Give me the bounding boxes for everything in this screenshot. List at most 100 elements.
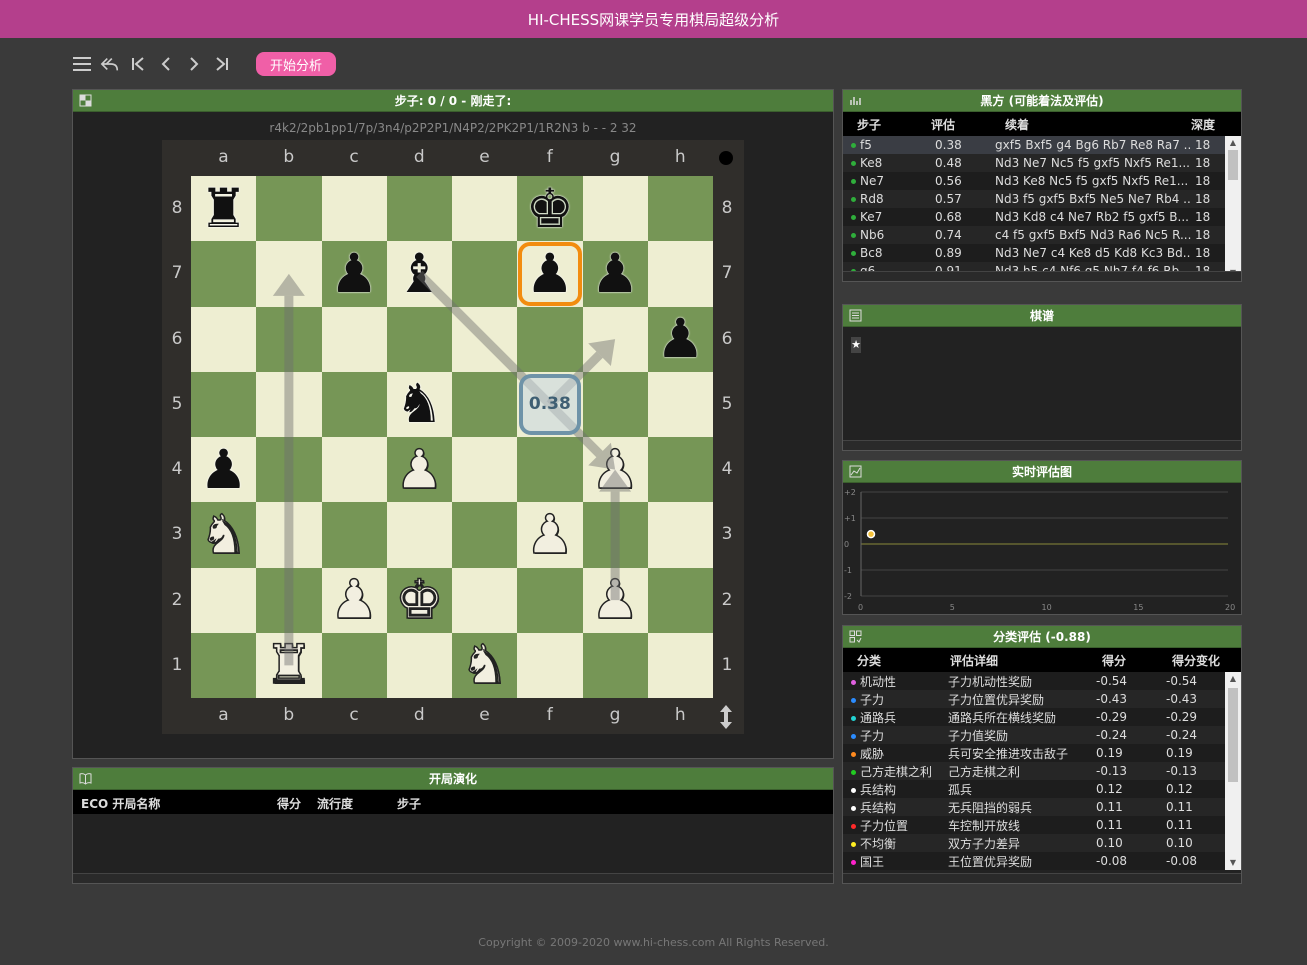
col-depth[interactable]: 深度 (1191, 112, 1241, 136)
square-d6[interactable] (386, 306, 452, 372)
col-cat-score[interactable]: 得分 (1088, 648, 1159, 672)
square-g3[interactable] (582, 502, 648, 568)
square-g6[interactable] (582, 306, 648, 372)
square-c1[interactable] (321, 632, 387, 698)
white-pawn-c2[interactable]: ♟ (322, 568, 387, 633)
col-popularity[interactable]: 流行度 (317, 795, 353, 812)
square-d3[interactable] (386, 502, 452, 568)
col-eco-name[interactable]: ECO 开局名称 (81, 795, 160, 812)
white-knight-a3[interactable]: ♞ (191, 502, 256, 567)
black-king-f8[interactable]: ♚ (517, 176, 582, 241)
engine-row[interactable]: Ne7 0.56 Nd3 Ke8 Nc5 f5 gxf5 Nxf5 Re1... 18 (843, 172, 1241, 190)
square-h5[interactable] (647, 371, 713, 437)
square-e6[interactable] (452, 306, 518, 372)
square-a6[interactable] (191, 306, 257, 372)
square-d8[interactable] (386, 176, 452, 242)
square-f4[interactable] (517, 437, 583, 503)
square-b8[interactable] (256, 176, 322, 242)
square-e2[interactable] (452, 567, 518, 633)
square-f1[interactable] (517, 632, 583, 698)
first-move-icon[interactable] (128, 53, 148, 75)
square-h3[interactable] (647, 502, 713, 568)
black-pawn-a4[interactable]: ♟ (191, 437, 256, 502)
category-row[interactable]: 兵结构 无兵阻挡的弱兵 0.11 0.11 (843, 798, 1241, 816)
engine-row[interactable]: Bc8 0.89 Nd3 Ne7 c4 Ke8 d5 Kd8 Kc3 Bd... 18 (843, 244, 1241, 262)
category-row[interactable]: 国王 王位置优异奖励 -0.08 -0.08 (843, 852, 1241, 870)
scroll-up-icon[interactable]: ▲ (1225, 672, 1241, 686)
square-b3[interactable] (256, 502, 322, 568)
col-score[interactable]: 得分 (277, 795, 301, 812)
category-scrollbar[interactable]: ▲ ▼ (1225, 672, 1241, 870)
square-a7[interactable] (191, 241, 257, 307)
square-b7[interactable] (256, 241, 322, 307)
white-knight-e1[interactable]: ♞ (452, 633, 517, 698)
engine-row[interactable]: Nb6 0.74 c4 f5 gxf5 Bxf5 Nd3 Ra6 Nc5 R... 1… (843, 226, 1241, 244)
col-moves[interactable]: 步子 (397, 795, 421, 812)
square-a1[interactable] (191, 632, 257, 698)
category-row[interactable]: 通路兵 通路兵所在横线奖励 -0.29 -0.29 (843, 708, 1241, 726)
engine-row[interactable]: f5 0.38 gxf5 Bxf5 g4 Bg6 Rb7 Re8 Ra7 ... 18 (843, 136, 1241, 154)
square-h1[interactable] (647, 632, 713, 698)
black-knight-d5[interactable]: ♞ (387, 372, 452, 437)
last-move-icon[interactable] (212, 53, 232, 75)
square-h4[interactable] (647, 437, 713, 503)
square-b4[interactable] (256, 437, 322, 503)
square-g1[interactable] (582, 632, 648, 698)
square-b5[interactable] (256, 371, 322, 437)
eval-graph[interactable]: +2 +1 0 -1 -2 0 5 10 15 20 (843, 484, 1241, 615)
category-row[interactable]: 己方走棋之利 己方走棋之利 -0.13 -0.13 (843, 762, 1241, 780)
black-pawn-f7[interactable]: ♟ (517, 241, 582, 306)
white-king-d2[interactable]: ♚ (387, 568, 452, 633)
engine-row[interactable]: Ke8 0.48 Nd3 Ne7 Nc5 f5 gxf5 Nxf5 Re1... 18 (843, 154, 1241, 172)
col-move[interactable]: 步子 (843, 112, 917, 136)
square-h2[interactable] (647, 567, 713, 633)
undo-icon[interactable] (100, 53, 120, 75)
white-pawn-d4[interactable]: ♟ (387, 437, 452, 502)
flip-board-icon[interactable] (716, 704, 736, 730)
square-g5[interactable] (582, 371, 648, 437)
col-detail[interactable]: 评估详细 (936, 648, 1089, 672)
category-row[interactable]: 不均衡 双方子力差异 0.10 0.10 (843, 834, 1241, 852)
scroll-down-icon[interactable]: ▼ (1225, 856, 1241, 870)
square-e3[interactable] (452, 502, 518, 568)
chessboard[interactable]: ♜ ♚ ♟ ♝ ♟ ♟ ♟ ♞ ♟ ♟ ♟ ♞ ♟ ♟ ♚ ♟ ♜ ♞ 0.38 (191, 176, 713, 698)
engine-row[interactable]: Ke7 0.68 Nd3 Kd8 c4 Ne7 Rb2 f5 gxf5 B... 18 (843, 208, 1241, 226)
square-f6[interactable] (517, 306, 583, 372)
black-pawn-c7[interactable]: ♟ (322, 241, 387, 306)
black-bishop-d7[interactable]: ♝ (387, 241, 452, 306)
square-d1[interactable] (386, 632, 452, 698)
square-a5[interactable] (191, 371, 257, 437)
square-g8[interactable] (582, 176, 648, 242)
black-rook-a8[interactable]: ♜ (191, 176, 256, 241)
square-e8[interactable] (452, 176, 518, 242)
fen-string[interactable]: r4k2/2pb1pp1/7p/3n4/p2P2P1/N4P2/2PK2P1/1… (73, 121, 833, 137)
square-e7[interactable] (452, 241, 518, 307)
square-c4[interactable] (321, 437, 387, 503)
black-pawn-g7[interactable]: ♟ (583, 241, 648, 306)
notation-start-marker[interactable]: ★ (851, 337, 861, 353)
scroll-up-icon[interactable]: ▲ (1225, 136, 1241, 150)
category-row[interactable]: 子力 子力位置优异奖励 -0.43 -0.43 (843, 690, 1241, 708)
square-c8[interactable] (321, 176, 387, 242)
white-pawn-g4[interactable]: ♟ (583, 437, 648, 502)
category-row[interactable]: 威胁 兵可安全推进攻击敌子 0.19 0.19 (843, 744, 1241, 762)
scroll-thumb[interactable] (1228, 150, 1238, 180)
category-row[interactable]: 子力位置 车控制开放线 0.11 0.11 (843, 816, 1241, 834)
square-e4[interactable] (452, 437, 518, 503)
square-f2[interactable] (517, 567, 583, 633)
square-h7[interactable] (647, 241, 713, 307)
col-eval[interactable]: 评估 (917, 112, 991, 136)
next-move-icon[interactable] (184, 53, 204, 75)
white-rook-b1[interactable]: ♜ (256, 633, 321, 698)
category-row[interactable]: 机动性 子力机动性奖励 -0.54 -0.54 (843, 672, 1241, 690)
square-h8[interactable] (647, 176, 713, 242)
menu-icon[interactable] (72, 53, 92, 75)
square-b2[interactable] (256, 567, 322, 633)
col-line[interactable]: 续着 (991, 112, 1191, 136)
category-row[interactable]: 兵结构 孤兵 0.12 0.12 (843, 780, 1241, 798)
square-c6[interactable] (321, 306, 387, 372)
start-analysis-button[interactable]: 开始分析 (256, 52, 337, 76)
white-pawn-f3[interactable]: ♟ (517, 502, 582, 567)
square-e5[interactable] (452, 371, 518, 437)
col-category[interactable]: 分类 (843, 648, 937, 672)
